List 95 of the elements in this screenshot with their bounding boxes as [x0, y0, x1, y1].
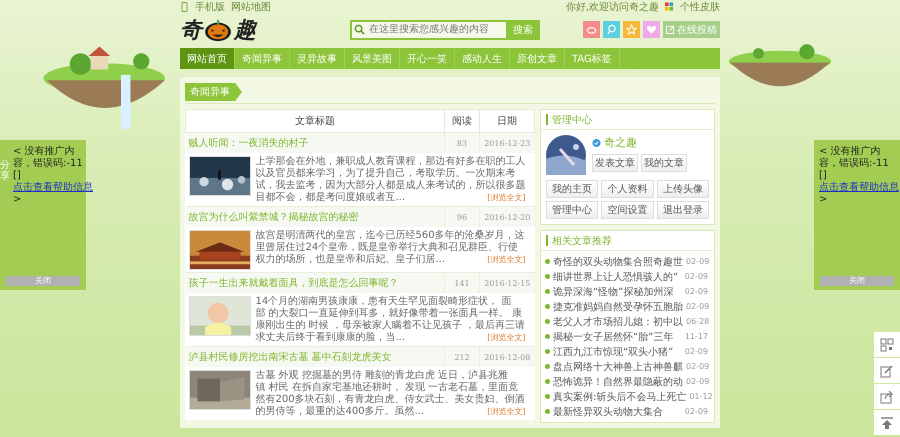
nav-tab[interactable]: 开心一笑 — [400, 48, 455, 69]
nav-tab[interactable]: TAG标签 — [565, 48, 620, 69]
bullet-icon — [545, 304, 550, 309]
article-date: 2016-12-20 — [480, 206, 534, 227]
read-count: 83 — [444, 132, 480, 153]
share-button[interactable] — [874, 384, 900, 409]
user-button[interactable]: 退出登录 — [656, 201, 709, 219]
qr-code-button[interactable] — [874, 332, 900, 357]
nav-tab[interactable]: 奇闻异事 — [235, 48, 290, 69]
column-header: 文章标题 — [186, 110, 444, 132]
related-link[interactable]: 恐怖诡异！自然界最隐蔽的动 — [553, 374, 683, 388]
related-link[interactable]: 江西九江市惊现“双头小猪” — [553, 344, 682, 358]
user-button[interactable]: 空间设置 — [601, 201, 654, 219]
related-link[interactable]: 老父人才市场招儿媳：初中以 — [553, 314, 683, 328]
star-icon[interactable] — [623, 21, 640, 38]
close-button[interactable]: 关闭 — [6, 276, 80, 286]
qr-code-icon — [880, 338, 894, 352]
bullet-icon — [545, 379, 550, 384]
grid-icon — [665, 2, 674, 12]
article-date: 02-09 — [684, 287, 708, 296]
user-button[interactable]: 发表文章 — [592, 154, 638, 172]
edit-icon — [666, 25, 675, 34]
article-date: 2016-12-15 — [480, 272, 534, 293]
top-link[interactable]: 手机版 — [195, 0, 225, 14]
related-link[interactable]: 揭秘一女子居然怀“胎”三年 — [553, 330, 682, 344]
read-count: 141 — [444, 272, 480, 293]
article-date: 02-09 — [684, 272, 708, 281]
bullet-icon — [545, 364, 550, 369]
card-title: 相关文章推荐 — [552, 234, 612, 248]
related-link[interactable]: 捷克准妈妈自然受孕怀五胞胎 — [553, 300, 683, 314]
verified-icon — [592, 138, 601, 148]
nav-tab[interactable]: 原创文章 — [510, 48, 565, 69]
related-link[interactable]: 诡异深海“怪物”探秘加州深 — [553, 284, 682, 298]
bullet-icon — [545, 349, 550, 354]
read-more-link[interactable]: [浏览全文] — [487, 332, 526, 344]
bullet-icon — [545, 289, 550, 294]
bullet-icon — [545, 319, 550, 324]
article-date: 02-09 — [686, 362, 710, 371]
user-button[interactable]: 上传头像 — [656, 180, 709, 198]
article-date: 02-09 — [686, 257, 710, 266]
bullet-icon — [545, 334, 550, 339]
read-more-link[interactable]: [浏览全文] — [487, 192, 526, 204]
article-date: 02-09 — [684, 347, 708, 356]
article-date: 02-09 — [686, 302, 710, 311]
related-link[interactable]: 奇怪的双头动物集合照奇趣世 — [553, 254, 683, 268]
close-button[interactable]: 关闭 — [820, 276, 894, 286]
article-date: 2016-12-23 — [480, 132, 534, 153]
article-excerpt: 古墓 外观 挖掘墓的男侍 雕刻的青龙白虎 近日，泸县兆雅镇 村民 在拆自家宅基地还耕时， 发现 一古老石墓，里面竟然有200多块石刻，有青龙白虎、侍女武士、美女贵妇、倒酒的男侍等，最重的达400多斤。虽然... [浏览全文] — [256, 370, 526, 418]
bullet-icon — [545, 274, 550, 279]
edit-button[interactable] — [874, 358, 900, 383]
username[interactable]: 奇之趣 — [604, 135, 637, 150]
read-more-link[interactable]: [浏览全文] — [487, 406, 526, 418]
related-link[interactable]: 细讲世界上让人恐惧骇人的“ — [553, 270, 682, 284]
article-excerpt: 上学那会在外地，兼职成人教育课程，那边有好多在职的工人以及官员都来学习，为了提升自己，考取学历。一次期末考试，我去监考，因为大部分人都是成人来考试的，所以很多题目都不会，都是考问度娘或者互... [浏览全文] — [256, 156, 526, 204]
article-date: 02-09 — [684, 407, 708, 416]
article-excerpt: 14个月的湖南男孩康康，患有天生罕见面裂畸形症状， 面部 的大裂口一直延伸到耳多，就好像带着一张面具一样。 康康刚出生的 时候 ，母亲被家人瞒着不让见孩子 ，最后再三请求丈夫后终于看到康康的脸，当... [浏览全文] — [256, 296, 526, 344]
user-button[interactable]: 我的主页 — [546, 180, 598, 198]
article-excerpt: 故宫是明清两代的皇宫，迄今已历经560多年的沧桑岁月，这里曾居住过24个皇帝，既是皇帝举行大典和召见群臣、行使权力的场所，也是皇帝和后妃、皇子们居... [浏览全文] — [256, 230, 526, 268]
bullet-icon — [545, 409, 550, 414]
card-title: 管理中心 — [552, 114, 592, 126]
bullet-icon — [545, 259, 550, 264]
nav-tab[interactable]: 网站首页 — [180, 48, 235, 69]
back-to-top-button[interactable] — [874, 410, 900, 435]
skin-link[interactable]: 个性皮肤 — [680, 0, 720, 14]
article-date: 2016-12-08 — [480, 346, 534, 367]
site-logo[interactable]: 奇 趣 — [180, 14, 330, 44]
article-date: 06-28 — [686, 317, 710, 326]
user-button[interactable]: 管理中心 — [546, 201, 598, 219]
read-more-link[interactable]: [浏览全文] — [487, 254, 526, 266]
top-link[interactable]: 网站地图 — [231, 0, 271, 14]
edit-icon — [880, 364, 894, 378]
ad-message: < 没有推广内容，错误码:-11 [] 点击查看帮助信息 > — [819, 146, 898, 206]
user-button[interactable]: 我的文章 — [641, 154, 687, 172]
related-link[interactable]: 盘点网络十大神兽上古神兽麒 — [553, 360, 683, 374]
share-tab[interactable]: 分享 — [0, 160, 10, 182]
search-button[interactable]: 搜索 — [506, 20, 540, 40]
user-button[interactable]: 个人资料 — [601, 180, 654, 198]
help-link[interactable]: 点击查看帮助信息 — [13, 182, 93, 193]
back-to-top-icon — [880, 416, 894, 430]
search-field[interactable]: 在这里搜索您感兴趣的内容 — [350, 20, 506, 40]
read-count: 212 — [444, 346, 480, 367]
help-link[interactable]: 点击查看帮助信息 — [819, 182, 899, 193]
bullet-icon — [545, 394, 550, 399]
nav-tab[interactable]: 风景美图 — [345, 48, 400, 69]
nav-tab[interactable]: 灵异故事 — [290, 48, 345, 69]
article-date: 11-17 — [684, 332, 708, 341]
related-link[interactable]: 真实案例:斩头后不会马上死亡 — [553, 390, 686, 404]
nav-tab[interactable]: 感动人生 — [455, 48, 510, 69]
phone-icon — [180, 2, 189, 12]
related-link[interactable]: 最新怪异双头动物大集合 — [553, 404, 682, 418]
greeting-text: 你好,欢迎访问奇之趣 — [566, 0, 659, 14]
article-date: 01-12 — [689, 392, 713, 401]
share-icon — [880, 390, 894, 404]
article-date: 02-09 — [686, 377, 710, 386]
read-count: 96 — [444, 206, 480, 227]
